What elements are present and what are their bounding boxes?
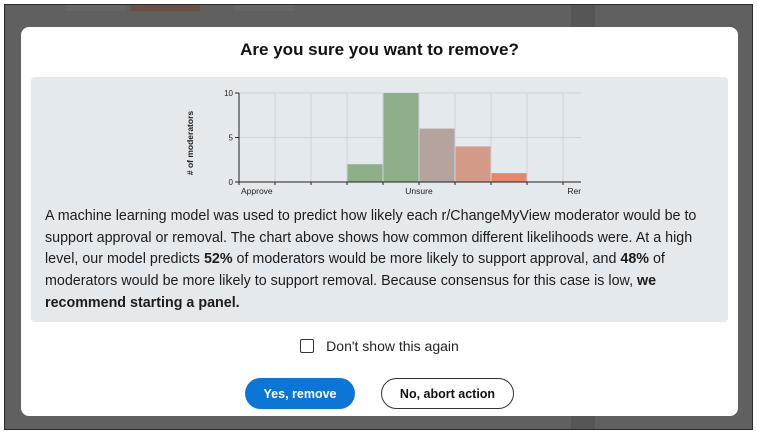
chart-x-axis-label: Unsure (405, 186, 433, 196)
chart-x-axis-label: Remove (567, 186, 581, 196)
prediction-panel: 0510ApproveUnsureRemove # of moderators … (31, 77, 728, 322)
abort-action-button[interactable]: No, abort action (381, 378, 514, 409)
chart-y-tick-label: 10 (224, 89, 233, 98)
confirm-remove-button[interactable]: Yes, remove (245, 378, 355, 409)
chart-y-tick-label: 0 (229, 178, 234, 187)
confirm-remove-dialog: Are you sure you want to remove? 0 5 10 App… (21, 27, 738, 416)
chart-x-axis-label: Approve (241, 186, 273, 196)
chart-bar (383, 93, 419, 182)
dont-show-again-row[interactable]: Don't show this again (21, 336, 738, 356)
dont-show-again-label[interactable]: Don't show this again (326, 338, 459, 354)
remove-percentage: 48% (620, 251, 649, 268)
prediction-description: A machine learning model was used to pre… (45, 206, 721, 315)
chart-y-axis-label: # of moderators (185, 111, 195, 176)
chart-bar (347, 164, 383, 182)
background-page: Are you sure you want to remove? 0 5 10 App… (4, 4, 753, 430)
chart-bar (491, 173, 527, 182)
dont-show-again-checkbox[interactable] (300, 339, 315, 353)
dialog-title: Are you sure you want to remove? (240, 40, 519, 59)
chart-bar (419, 128, 455, 182)
moderator-likelihood-chart: 0 5 10 Approve Unsure Remove # of moderators (185, 89, 581, 196)
chart-y-tick-label: 5 (229, 134, 234, 143)
chart-bar (455, 146, 491, 182)
description-text-2: of moderators would be more likely to su… (232, 251, 621, 268)
approve-percentage: 52% (203, 251, 233, 268)
